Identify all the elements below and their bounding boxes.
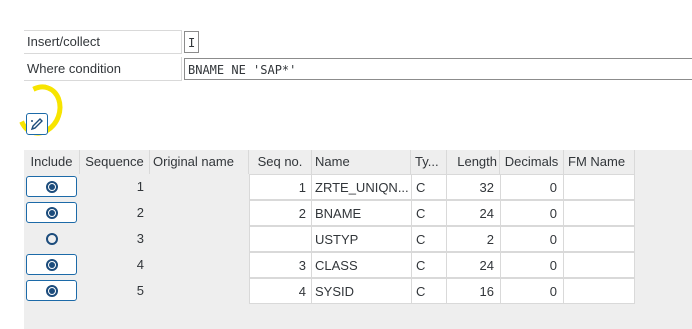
seq-no-cell[interactable]: 2 xyxy=(249,200,312,226)
col-sequence-header[interactable]: Sequence xyxy=(80,150,150,174)
col-include-header[interactable]: Include xyxy=(24,150,80,174)
radio-dot xyxy=(48,287,55,294)
original-name-cell xyxy=(150,174,249,200)
include-radio-button[interactable] xyxy=(26,228,77,249)
table-row: 2 2 BNAME C 24 0 xyxy=(24,200,692,226)
radio-icon xyxy=(45,284,58,297)
insert-collect-row: Insert/collect xyxy=(24,30,692,54)
fm-name-cell[interactable] xyxy=(564,278,635,304)
original-name-cell xyxy=(150,226,249,252)
include-cell xyxy=(24,174,80,200)
col-fm-name-header[interactable]: FM Name xyxy=(564,150,635,174)
include-cell xyxy=(24,200,80,226)
field-table: Include Sequence Original name Seq no. N… xyxy=(24,150,692,329)
edit-button[interactable] xyxy=(26,113,48,135)
name-cell[interactable]: BNAME xyxy=(312,200,411,226)
type-cell[interactable]: C xyxy=(411,174,447,200)
seq-no-cell[interactable]: 4 xyxy=(249,278,312,304)
type-cell[interactable]: C xyxy=(411,200,447,226)
radio-dot xyxy=(48,261,55,268)
name-cell[interactable]: USTYP xyxy=(312,226,411,252)
seq-no-cell[interactable]: 1 xyxy=(249,174,312,200)
length-cell[interactable]: 16 xyxy=(447,278,500,304)
table-row: 4 3 CLASS C 24 0 xyxy=(24,252,692,278)
original-name-cell xyxy=(150,200,249,226)
table-header: Include Sequence Original name Seq no. N… xyxy=(24,150,692,174)
length-cell[interactable]: 24 xyxy=(447,200,500,226)
type-cell[interactable]: C xyxy=(411,252,447,278)
sequence-cell: 5 xyxy=(136,283,144,298)
include-cell xyxy=(24,252,80,278)
include-radio-button[interactable] xyxy=(26,280,77,301)
type-cell[interactable]: C xyxy=(411,226,447,252)
col-decimals-header[interactable]: Decimals xyxy=(500,150,564,174)
col-type-header[interactable]: Ty... xyxy=(411,150,447,174)
radio-icon xyxy=(45,232,58,245)
length-cell[interactable]: 2 xyxy=(447,226,500,252)
where-condition-input[interactable]: BNAME NE 'SAP*' xyxy=(184,58,692,80)
fm-name-cell[interactable] xyxy=(564,226,635,252)
pencil-edit-icon xyxy=(30,118,43,131)
decimals-cell[interactable]: 0 xyxy=(500,278,564,304)
include-radio-button[interactable] xyxy=(26,202,77,223)
radio-dot xyxy=(48,209,55,216)
name-cell[interactable]: SYSID xyxy=(312,278,411,304)
insert-collect-label: Insert/collect xyxy=(24,30,182,54)
include-cell xyxy=(24,226,80,252)
radio-icon xyxy=(45,206,58,219)
table-row: 5 4 SYSID C 16 0 xyxy=(24,278,692,304)
name-cell[interactable]: CLASS xyxy=(312,252,411,278)
fm-name-cell[interactable] xyxy=(564,200,635,226)
insert-collect-input[interactable]: I xyxy=(184,31,199,53)
decimals-cell[interactable]: 0 xyxy=(500,226,564,252)
decimals-cell[interactable]: 0 xyxy=(500,200,564,226)
radio-icon xyxy=(45,258,58,271)
where-condition-label: Where condition xyxy=(24,57,182,81)
radio-icon xyxy=(45,180,58,193)
decimals-cell[interactable]: 0 xyxy=(500,252,564,278)
original-name-cell xyxy=(150,278,249,304)
name-cell[interactable]: ZRTE_UNIQN... xyxy=(312,174,411,200)
col-length-header[interactable]: Length xyxy=(447,150,500,174)
sequence-cell: 3 xyxy=(136,231,144,246)
col-name-header[interactable]: Name xyxy=(312,150,411,174)
length-cell[interactable]: 24 xyxy=(447,252,500,278)
decimals-cell[interactable]: 0 xyxy=(500,174,564,200)
table-row: 1 1 ZRTE_UNIQN... C 32 0 xyxy=(24,174,692,200)
include-radio-button[interactable] xyxy=(26,254,77,275)
length-cell[interactable]: 32 xyxy=(447,174,500,200)
radio-dot xyxy=(48,183,55,190)
original-name-cell xyxy=(150,252,249,278)
col-original-name-header[interactable]: Original name xyxy=(150,150,249,174)
sequence-cell: 2 xyxy=(136,205,144,220)
sequence-cell: 1 xyxy=(136,179,144,194)
include-radio-button[interactable] xyxy=(26,176,77,197)
type-cell[interactable]: C xyxy=(411,278,447,304)
fm-name-cell[interactable] xyxy=(564,174,635,200)
table-row: 3 USTYP C 2 0 xyxy=(24,226,692,252)
seq-no-cell[interactable]: 3 xyxy=(249,252,312,278)
seq-no-cell[interactable] xyxy=(249,226,312,252)
include-cell xyxy=(24,278,80,304)
sequence-cell: 4 xyxy=(136,257,144,272)
col-seq-no-header[interactable]: Seq no. xyxy=(249,150,312,174)
fm-name-cell[interactable] xyxy=(564,252,635,278)
